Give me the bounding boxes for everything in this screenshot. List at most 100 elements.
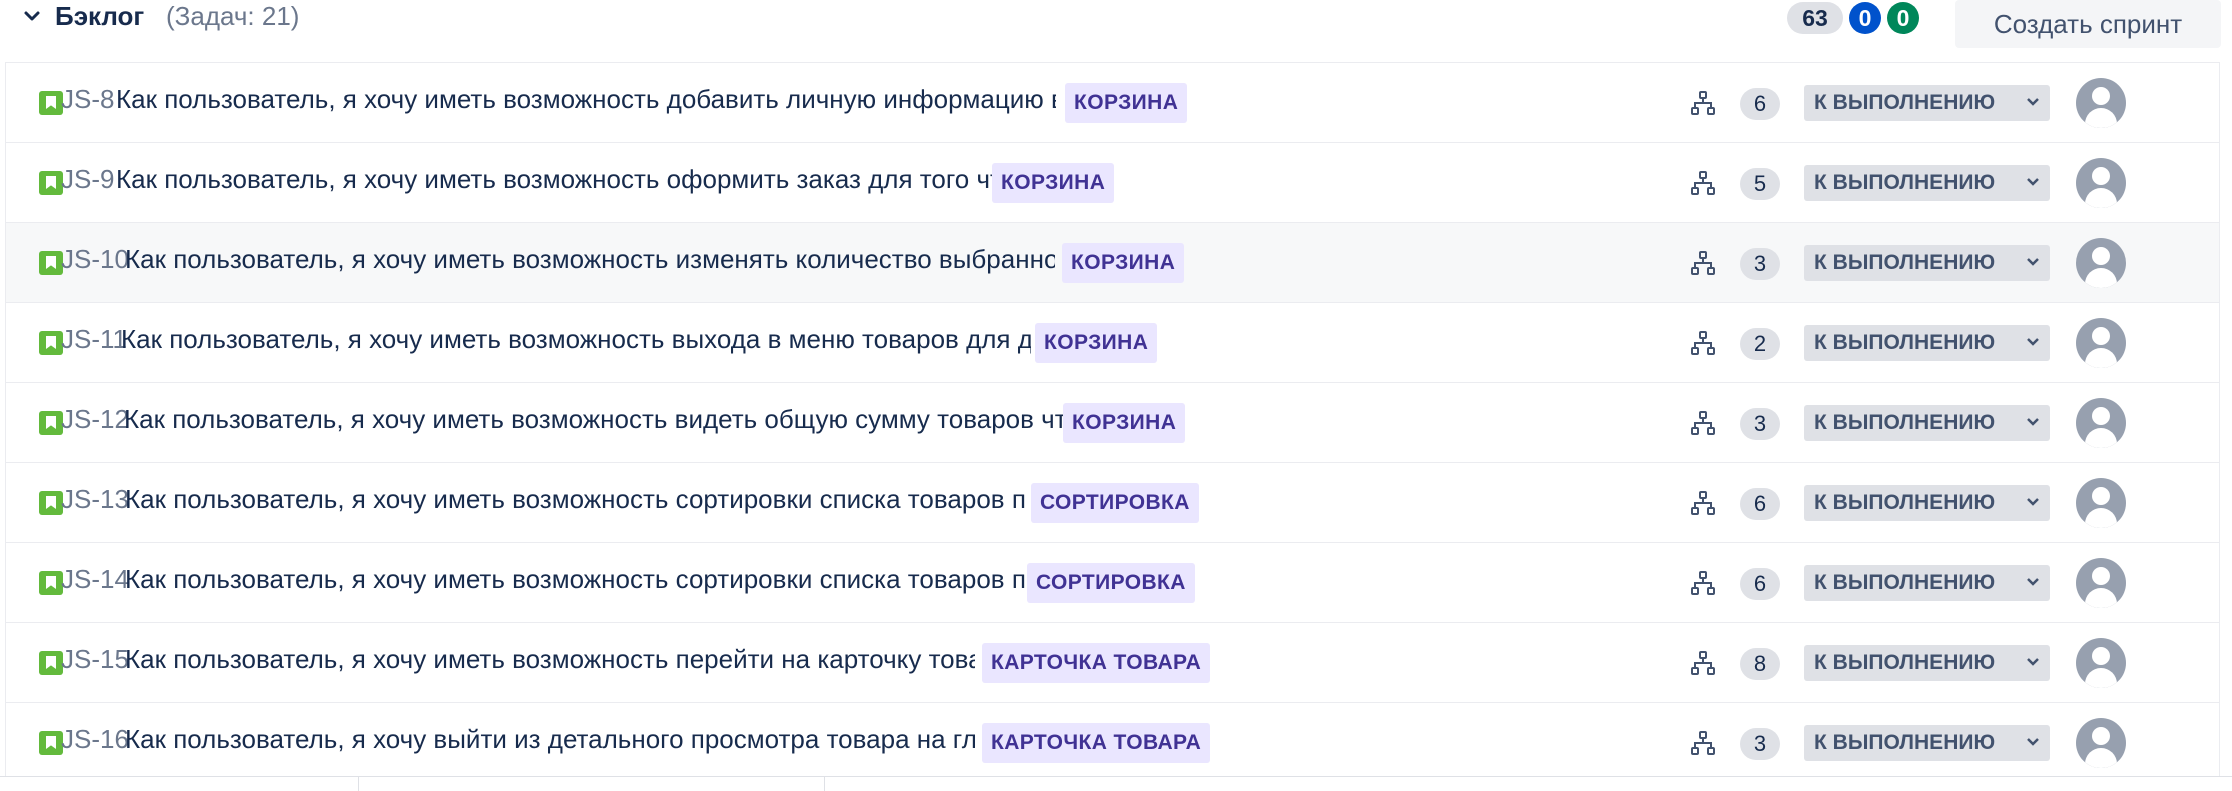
chevron-down-icon[interactable] bbox=[22, 6, 42, 26]
epic-label[interactable]: СОРТИРОВКА bbox=[1027, 563, 1195, 603]
assignee-avatar[interactable] bbox=[2076, 238, 2126, 288]
issue-row[interactable]: JS-13 Как пользователь, я хочу иметь воз… bbox=[6, 463, 2219, 543]
subtask-count: 3 bbox=[1740, 408, 1780, 440]
status-label: К ВЫПОЛНЕНИЮ bbox=[1814, 651, 1996, 674]
story-icon bbox=[39, 331, 63, 355]
issue-row[interactable]: JS-15 Как пользователь, я хочу иметь воз… bbox=[6, 623, 2219, 703]
assignee-avatar[interactable] bbox=[2076, 558, 2126, 608]
issue-row[interactable]: JS-9 Как пользователь, я хочу иметь возм… bbox=[6, 143, 2219, 223]
epic-label[interactable]: КАРТОЧКА ТОВАРА bbox=[982, 643, 1211, 683]
issue-key[interactable]: JS-16 bbox=[61, 724, 129, 755]
story-icon bbox=[39, 91, 63, 115]
epic-label[interactable]: КОРЗИНА bbox=[1065, 83, 1188, 123]
subtask-count: 5 bbox=[1740, 168, 1780, 200]
assignee-avatar[interactable] bbox=[2076, 478, 2126, 528]
issue-key[interactable]: JS-12 bbox=[61, 404, 129, 435]
issue-summary[interactable]: Как пользователь, я хочу иметь возможнос… bbox=[124, 404, 1064, 435]
chevron-down-icon bbox=[2027, 578, 2039, 586]
issue-key[interactable]: JS-10 bbox=[61, 244, 129, 275]
status-counts: 63 0 0 bbox=[1787, 2, 1919, 34]
status-label: К ВЫПОЛНЕНИЮ bbox=[1814, 731, 1996, 754]
epic-label[interactable]: СОРТИРОВКА bbox=[1031, 483, 1199, 523]
issue-row[interactable]: JS-12 Как пользователь, я хочу иметь воз… bbox=[6, 383, 2219, 463]
assignee-avatar[interactable] bbox=[2076, 318, 2126, 368]
epic-label[interactable]: КОРЗИНА bbox=[1063, 403, 1186, 443]
issue-row[interactable]: JS-14 Как пользователь, я хочу иметь воз… bbox=[6, 543, 2219, 623]
issue-key[interactable]: JS-14 bbox=[61, 564, 129, 595]
issue-row[interactable]: JS-8 Как пользователь, я хочу иметь возм… bbox=[6, 63, 2219, 143]
status-dropdown[interactable]: К ВЫПОЛНЕНИЮ bbox=[1804, 645, 2050, 681]
status-dropdown[interactable]: К ВЫПОЛНЕНИЮ bbox=[1804, 405, 2050, 441]
issue-summary[interactable]: Как пользователь, я хочу иметь возможнос… bbox=[116, 84, 1056, 115]
status-label: К ВЫПОЛНЕНИЮ bbox=[1814, 171, 1996, 194]
status-dropdown[interactable]: К ВЫПОЛНЕНИЮ bbox=[1804, 565, 2050, 601]
status-dropdown[interactable]: К ВЫПОЛНЕНИЮ bbox=[1804, 85, 2050, 121]
assignee-avatar[interactable] bbox=[2076, 718, 2126, 768]
assignee-avatar[interactable] bbox=[2076, 398, 2126, 448]
epic-label[interactable]: КОРЗИНА bbox=[992, 163, 1115, 203]
subtask-count: 3 bbox=[1740, 728, 1780, 760]
issue-list: JS-8 Как пользователь, я хочу иметь возм… bbox=[5, 62, 2220, 777]
subtasks-icon bbox=[1691, 411, 1715, 435]
story-icon bbox=[39, 731, 63, 755]
bottom-toolbar bbox=[0, 776, 2232, 791]
issue-summary[interactable]: Как пользователь, я хочу иметь возможнос… bbox=[116, 164, 996, 195]
divider bbox=[824, 777, 825, 791]
chevron-down-icon bbox=[2027, 98, 2039, 106]
status-label: К ВЫПОЛНЕНИЮ bbox=[1814, 91, 1996, 114]
chevron-down-icon bbox=[2027, 258, 2039, 266]
story-icon bbox=[39, 171, 63, 195]
story-icon bbox=[39, 571, 63, 595]
subtask-count: 8 bbox=[1740, 648, 1780, 680]
issue-key[interactable]: JS-11 bbox=[61, 324, 127, 355]
assignee-avatar[interactable] bbox=[2076, 158, 2126, 208]
assignee-avatar[interactable] bbox=[2076, 78, 2126, 128]
subtasks-icon bbox=[1691, 491, 1715, 515]
issue-row[interactable]: JS-10 Как пользователь, я хочу иметь воз… bbox=[6, 223, 2219, 303]
issue-summary[interactable]: Как пользователь, я хочу иметь возможнос… bbox=[125, 484, 1025, 515]
status-dropdown[interactable]: К ВЫПОЛНЕНИЮ bbox=[1804, 485, 2050, 521]
subtasks-icon bbox=[1691, 651, 1715, 675]
done-count-badge: 0 bbox=[1887, 2, 1919, 34]
status-dropdown[interactable]: К ВЫПОЛНЕНИЮ bbox=[1804, 325, 2050, 361]
chevron-down-icon bbox=[2027, 658, 2039, 666]
status-dropdown[interactable]: К ВЫПОЛНЕНИЮ bbox=[1804, 245, 2050, 281]
subtask-count: 6 bbox=[1740, 568, 1780, 600]
status-dropdown[interactable]: К ВЫПОЛНЕНИЮ bbox=[1804, 725, 2050, 761]
epic-label[interactable]: КОРЗИНА bbox=[1062, 243, 1185, 283]
subtasks-icon bbox=[1691, 251, 1715, 275]
issue-key[interactable]: JS-9 bbox=[61, 164, 114, 195]
subtask-count: 2 bbox=[1740, 328, 1780, 360]
issue-summary[interactable]: Как пользователь, я хочу иметь возможнос… bbox=[125, 244, 1055, 275]
issue-key[interactable]: JS-13 bbox=[61, 484, 129, 515]
assignee-avatar[interactable] bbox=[2076, 638, 2126, 688]
issue-summary[interactable]: Как пользователь, я хочу иметь возможнос… bbox=[125, 564, 1025, 595]
subtasks-icon bbox=[1691, 571, 1715, 595]
issue-summary[interactable]: Как пользователь, я хочу иметь возможнос… bbox=[125, 644, 975, 675]
epic-label[interactable]: КАРТОЧКА ТОВАРА bbox=[982, 723, 1211, 763]
status-label: К ВЫПОЛНЕНИЮ bbox=[1814, 331, 1996, 354]
create-sprint-button[interactable]: Создать спринт bbox=[1955, 0, 2221, 48]
subtask-count: 3 bbox=[1740, 248, 1780, 280]
story-icon bbox=[39, 411, 63, 435]
chevron-down-icon bbox=[2027, 338, 2039, 346]
issue-summary[interactable]: Как пользователь, я хочу иметь возможнос… bbox=[121, 324, 1031, 355]
issue-summary[interactable]: Как пользователь, я хочу выйти из деталь… bbox=[125, 724, 975, 755]
subtasks-icon bbox=[1691, 91, 1715, 115]
epic-label[interactable]: КОРЗИНА bbox=[1035, 323, 1158, 363]
status-label: К ВЫПОЛНЕНИЮ bbox=[1814, 571, 1996, 594]
backlog-title[interactable]: Бэклог bbox=[55, 1, 144, 32]
status-dropdown[interactable]: К ВЫПОЛНЕНИЮ bbox=[1804, 165, 2050, 201]
subtasks-icon bbox=[1691, 171, 1715, 195]
subtasks-icon bbox=[1691, 731, 1715, 755]
backlog-header: Бэклог (Задач: 21) 63 0 0 Создать спринт bbox=[0, 0, 2232, 60]
in-progress-count-badge: 0 bbox=[1849, 2, 1881, 34]
issue-row[interactable]: JS-11 Как пользователь, я хочу иметь воз… bbox=[6, 303, 2219, 383]
issue-key[interactable]: JS-8 bbox=[61, 84, 114, 115]
status-label: К ВЫПОЛНЕНИЮ bbox=[1814, 251, 1996, 274]
issue-key[interactable]: JS-15 bbox=[61, 644, 129, 675]
chevron-down-icon bbox=[2027, 738, 2039, 746]
status-label: К ВЫПОЛНЕНИЮ bbox=[1814, 491, 1996, 514]
issue-row[interactable]: JS-16 Как пользователь, я хочу выйти из … bbox=[6, 703, 2219, 777]
story-icon bbox=[39, 491, 63, 515]
